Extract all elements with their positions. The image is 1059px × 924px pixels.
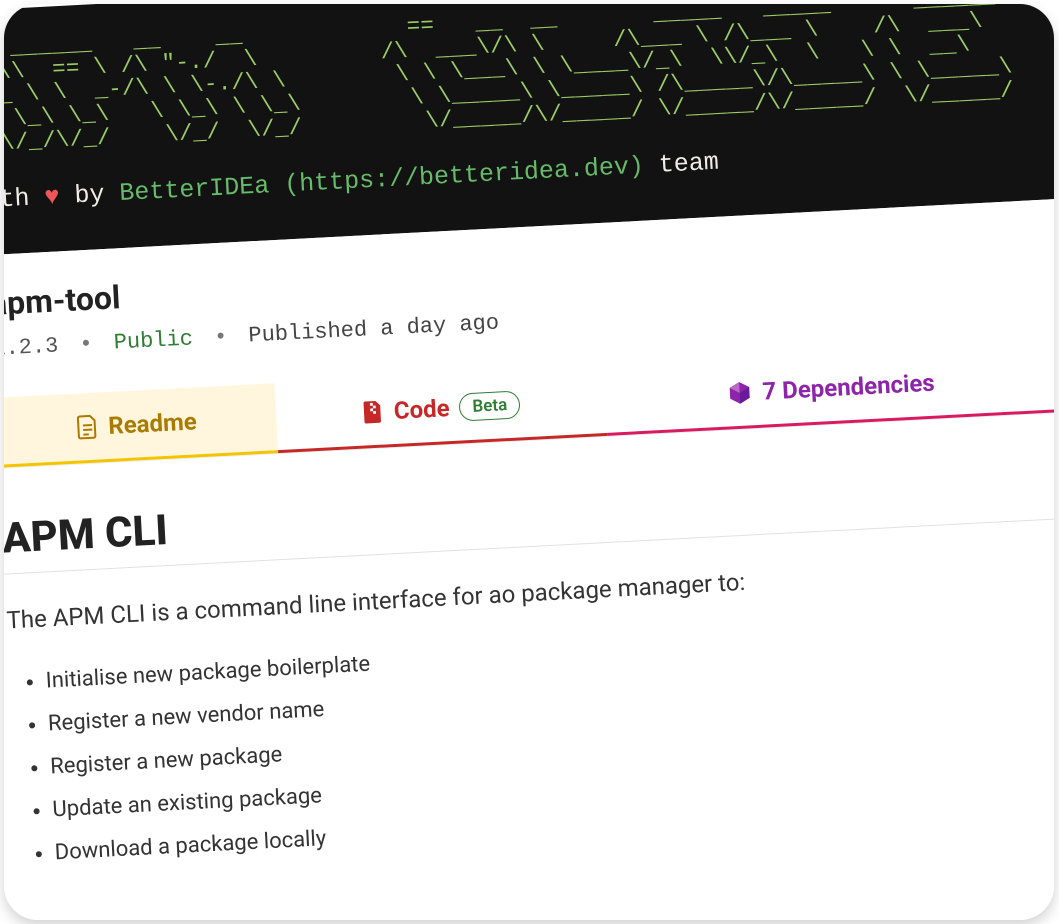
rotated-content: _____ ______ __ __ == __ __ _____ _____ … [4, 4, 1054, 920]
meta-separator: • [71, 331, 101, 357]
tab-readme[interactable]: Readme [4, 383, 278, 468]
meta-separator: • [205, 324, 235, 350]
made-with-by: by [59, 179, 120, 211]
tab-dependencies[interactable]: 7 Dependencies [604, 343, 1054, 436]
tab-deps-label: 7 Dependencies [762, 368, 936, 405]
cube-icon [726, 379, 753, 406]
tabs-nav: Readme Code Beta [4, 343, 1054, 469]
tab-code-label: Code [393, 394, 450, 425]
page-card: _____ ______ __ __ == __ __ _____ _____ … [4, 4, 1054, 920]
tab-code[interactable]: Code Beta [275, 366, 608, 453]
code-zip-icon [361, 398, 384, 425]
tab-readme-label: Readme [108, 407, 198, 440]
file-text-icon [76, 413, 99, 440]
made-with-team: team [643, 148, 719, 181]
made-with-prefix: Made with [4, 183, 45, 220]
package-published: Published a day ago [248, 311, 500, 349]
package-version: 1.2.3 [4, 334, 59, 362]
package-visibility: Public [113, 327, 193, 356]
beta-badge: Beta [459, 390, 521, 421]
package-content: apm-tool 1.2.3 • Public • Published a da… [4, 193, 1054, 920]
made-with-link[interactable]: BetterIDEa (https://betteridea.dev) [119, 152, 645, 208]
heart-icon: ♥ [44, 182, 61, 212]
feature-list: Initialise new package boilerplate Regis… [9, 607, 1054, 877]
